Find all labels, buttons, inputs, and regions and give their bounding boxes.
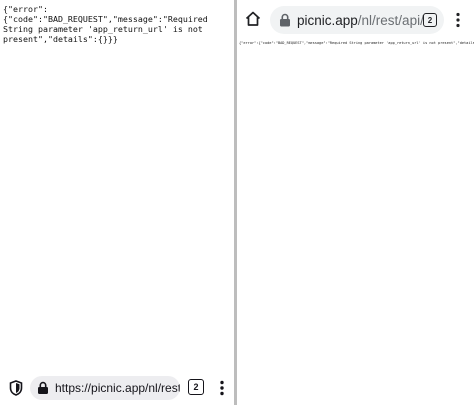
top-toolbar: picnic.app/nl/rest/api/ 2 [237,0,474,40]
home-icon[interactable] [244,10,262,28]
json-response-text: {"error": {"code":"BAD_REQUEST","message… [3,4,208,44]
url-bar[interactable]: https://picnic.app/nl/rest/api [30,376,180,400]
bottom-toolbar: https://picnic.app/nl/rest/api 2 [0,370,234,405]
url-path: /nl/rest/api/ [357,12,424,28]
left-browser-pane: {"error": {"code":"BAD_REQUEST","message… [0,0,234,405]
url-bar[interactable]: picnic.app/nl/rest/api/ [270,6,444,34]
shield-icon[interactable] [0,370,32,405]
kebab-menu-icon[interactable] [451,11,465,29]
url-text: https://picnic.app/nl/rest/api [55,381,180,395]
json-response-text: {"error":{"code":"BAD_REQUEST","message"… [239,41,474,45]
right-browser-pane: picnic.app/nl/rest/api/ 2 {"error":{"cod… [237,0,474,405]
kebab-menu-icon[interactable] [214,379,230,397]
lock-icon [36,381,50,395]
url-text: picnic.app/nl/rest/api/ [297,13,424,28]
tabs-icon[interactable]: 2 [188,379,204,395]
lock-icon [279,13,291,27]
url-host: picnic.app [297,12,358,28]
tabs-icon[interactable]: 2 [423,13,437,27]
